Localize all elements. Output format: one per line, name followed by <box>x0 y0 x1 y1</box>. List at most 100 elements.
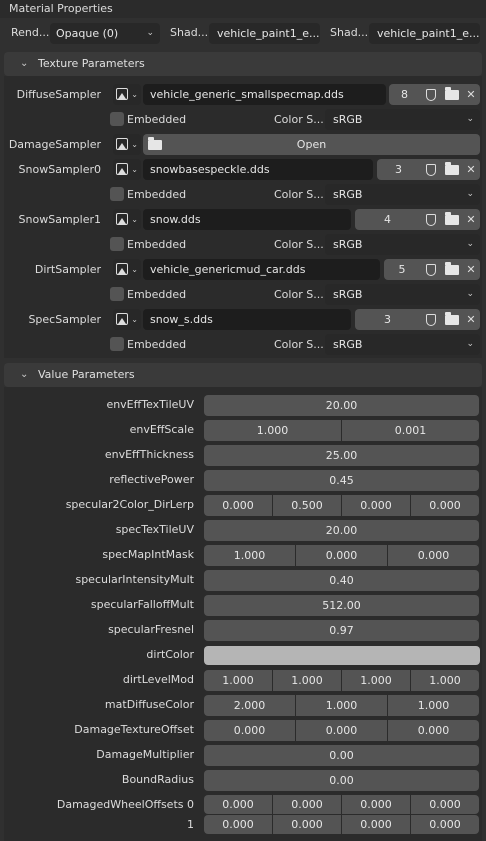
color-space-dropdown[interactable]: sRGB ⌄ <box>325 334 480 355</box>
value-field[interactable]: 0.000 <box>411 495 479 516</box>
chevron-down-icon: ⌄ <box>131 265 138 274</box>
value-field[interactable]: 0.000 <box>204 815 272 834</box>
embedded-checkbox[interactable] <box>110 337 124 351</box>
render-mode-dropdown[interactable]: Opaque (0) ⌄ <box>50 23 160 44</box>
value-field[interactable]: 0.000 <box>204 495 272 516</box>
close-icon: ✕ <box>466 88 476 101</box>
value-field[interactable]: 20.00 <box>204 520 479 541</box>
value-field[interactable]: 25.00 <box>204 445 479 466</box>
chevron-down-icon: ⌄ <box>131 165 138 174</box>
value-field[interactable]: 0.000 <box>204 795 272 814</box>
image-picker-button[interactable]: ⌄ <box>113 159 141 180</box>
shader-field-1[interactable]: vehicle_paint1_e... <box>209 23 320 44</box>
value-label: DamagedWheelOffsets 0 <box>56 798 194 811</box>
chevron-down-icon: ⌄ <box>131 215 138 224</box>
value-field[interactable]: 0.97 <box>204 620 479 641</box>
value-label: envEffThickness <box>104 448 194 461</box>
value-field[interactable]: 0.000 <box>411 815 479 834</box>
chevron-down-icon: ⌄ <box>20 58 29 69</box>
texture-file-field[interactable]: vehicle_genericmud_car.dds <box>143 259 380 280</box>
fake-user-button[interactable] <box>420 159 441 180</box>
image-picker-button[interactable]: ⌄ <box>113 259 141 280</box>
value-field[interactable]: 0.000 <box>296 720 387 741</box>
unlink-button[interactable]: ✕ <box>462 159 480 180</box>
value-field[interactable]: 0.00 <box>204 770 479 791</box>
value-field[interactable]: 0.000 <box>273 795 341 814</box>
value-field[interactable]: 0.000 <box>388 545 479 566</box>
unlink-button[interactable]: ✕ <box>462 209 480 230</box>
texture-slot-number[interactable]: 3 <box>377 159 420 180</box>
fake-user-button[interactable] <box>420 259 441 280</box>
value-label: specMapIntMask <box>102 548 194 561</box>
value-field[interactable]: 0.45 <box>204 470 479 491</box>
value-field[interactable]: 1.000 <box>204 420 341 441</box>
texture-file-field[interactable]: snowbasespeckle.dds <box>143 159 373 180</box>
fake-user-button[interactable] <box>420 309 441 330</box>
value-field[interactable]: 0.000 <box>411 795 479 814</box>
value-field[interactable]: 0.000 <box>342 495 410 516</box>
value-field[interactable]: 0.000 <box>273 815 341 834</box>
image-picker-button[interactable]: ⌄ <box>113 134 141 155</box>
value-field[interactable]: 0.000 <box>342 815 410 834</box>
close-icon: ✕ <box>466 163 476 176</box>
texture-slot-number[interactable]: 3 <box>355 309 420 330</box>
texture-slot-number[interactable]: 5 <box>384 259 420 280</box>
image-icon <box>116 88 128 100</box>
color-space-dropdown[interactable]: sRGB ⌄ <box>325 184 480 205</box>
texture-file-field[interactable]: snow.dds <box>143 209 351 230</box>
open-button[interactable]: Open <box>143 134 480 155</box>
embedded-label: Embedded <box>127 338 187 351</box>
value-field[interactable]: 512.00 <box>204 595 479 616</box>
color-swatch[interactable] <box>204 646 480 665</box>
value-field[interactable]: 0.000 <box>296 545 387 566</box>
unlink-button[interactable]: ✕ <box>462 259 480 280</box>
browse-file-button[interactable] <box>441 209 462 230</box>
image-picker-button[interactable]: ⌄ <box>113 209 141 230</box>
value-field[interactable]: 0.000 <box>342 795 410 814</box>
value-field[interactable]: 0.000 <box>388 720 479 741</box>
value-field[interactable]: 1.000 <box>388 695 479 716</box>
shader-field-2[interactable]: vehicle_paint1_e... <box>369 23 480 44</box>
value-label: specularIntensityMult <box>75 573 194 586</box>
value-field[interactable]: 1.000 <box>273 670 341 691</box>
unlink-button[interactable]: ✕ <box>462 84 480 105</box>
embedded-checkbox[interactable] <box>110 187 124 201</box>
value-field[interactable]: 1.000 <box>411 670 479 691</box>
embedded-checkbox[interactable] <box>110 112 124 126</box>
texture-file-field[interactable]: vehicle_generic_smallspecmap.dds <box>143 84 386 105</box>
value-field[interactable]: 1.000 <box>342 670 410 691</box>
browse-file-button[interactable] <box>441 259 462 280</box>
value-field[interactable]: 1.000 <box>204 545 295 566</box>
value-parameters-header[interactable]: ⌄ Value Parameters <box>4 363 482 387</box>
value-label: DamageMultiplier <box>96 748 194 761</box>
fake-user-button[interactable] <box>420 84 441 105</box>
value-field[interactable]: 0.000 <box>204 720 295 741</box>
embedded-checkbox[interactable] <box>110 237 124 251</box>
value-field[interactable]: 2.000 <box>204 695 295 716</box>
texture-slot-number[interactable]: 8 <box>389 84 420 105</box>
value-field[interactable]: 0.001 <box>342 420 479 441</box>
unlink-button[interactable]: ✕ <box>462 309 480 330</box>
texture-file-field[interactable]: snow_s.dds <box>143 309 351 330</box>
value-field[interactable]: 0.40 <box>204 570 479 591</box>
value-field[interactable]: 0.500 <box>273 495 341 516</box>
value-field[interactable]: 1.000 <box>296 695 387 716</box>
value-field[interactable]: 0.00 <box>204 745 479 766</box>
browse-file-button[interactable] <box>441 159 462 180</box>
image-picker-button[interactable]: ⌄ <box>113 84 141 105</box>
color-space-dropdown[interactable]: sRGB ⌄ <box>325 109 480 130</box>
texture-slot-number[interactable]: 4 <box>355 209 420 230</box>
value-field[interactable]: 20.00 <box>204 395 479 416</box>
value-label: envEffTexTileUV <box>106 398 194 411</box>
embedded-checkbox[interactable] <box>110 287 124 301</box>
value-field[interactable]: 1.000 <box>204 670 272 691</box>
color-space-dropdown[interactable]: sRGB ⌄ <box>325 284 480 305</box>
image-picker-button[interactable]: ⌄ <box>113 309 141 330</box>
browse-file-button[interactable] <box>441 84 462 105</box>
browse-file-button[interactable] <box>441 309 462 330</box>
texture-parameters-header[interactable]: ⌄ Texture Parameters <box>4 52 482 76</box>
fake-user-button[interactable] <box>420 209 441 230</box>
color-space-dropdown[interactable]: sRGB ⌄ <box>325 234 480 255</box>
shader-value-2: vehicle_paint1_e... <box>377 27 480 40</box>
chevron-down-icon: ⌄ <box>146 28 154 38</box>
